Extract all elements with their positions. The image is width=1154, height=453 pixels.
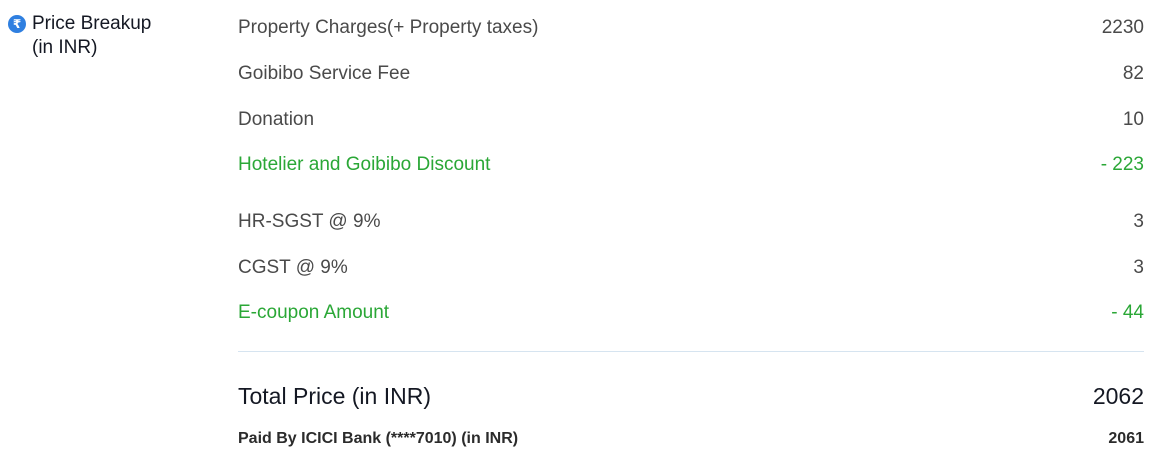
line-item-value: 3 — [1133, 211, 1144, 232]
line-item-service-fee: Goibibo Service Fee 82 — [238, 59, 1144, 89]
total-price-row: Total Price (in INR) 2062 — [238, 379, 1144, 413]
line-item-sgst: HR-SGST @ 9% 3 — [238, 207, 1144, 237]
line-item-value: - 44 — [1111, 302, 1144, 323]
rupee-icon: ₹ — [8, 15, 26, 33]
line-item-label: CGST @ 9% — [238, 257, 348, 278]
paid-by-row: Paid By ICICI Bank (****7010) (in INR) 2… — [238, 427, 1144, 451]
total-divider — [238, 351, 1144, 352]
line-item-value: - 223 — [1100, 154, 1144, 175]
line-item-property-charges: Property Charges(+ Property taxes) 2230 — [238, 13, 1144, 43]
line-item-value: 10 — [1122, 109, 1144, 130]
line-item-cgst: CGST @ 9% 3 — [238, 253, 1144, 283]
line-item-label: Goibibo Service Fee — [238, 63, 411, 84]
line-item-label: E-coupon Amount — [238, 302, 390, 323]
line-item-ecoupon: E-coupon Amount - 44 — [238, 298, 1144, 328]
line-item-value: 82 — [1122, 63, 1144, 84]
total-price-label: Total Price (in INR) — [238, 382, 431, 409]
line-item-value: 2230 — [1101, 17, 1144, 38]
line-item-label: Donation — [238, 109, 315, 130]
section-title: Price Breakup (in INR) — [32, 12, 151, 60]
section-title-line1: Price Breakup — [32, 13, 152, 34]
paid-by-value: 2061 — [1108, 430, 1144, 447]
line-item-label: HR-SGST @ 9% — [238, 211, 381, 232]
line-item-value: 3 — [1133, 257, 1144, 278]
line-item-donation: Donation 10 — [238, 105, 1144, 135]
total-price-value: 2062 — [1092, 382, 1144, 409]
line-item-label: Property Charges(+ Property taxes) — [238, 17, 539, 38]
paid-by-label: Paid By ICICI Bank (****7010) (in INR) — [238, 430, 519, 447]
section-title-line2: (in INR) — [32, 37, 98, 58]
line-item-discount: Hotelier and Goibibo Discount - 223 — [238, 150, 1144, 180]
price-breakup-header: ₹ Price Breakup (in INR) — [8, 12, 208, 60]
line-item-label: Hotelier and Goibibo Discount — [238, 154, 491, 175]
